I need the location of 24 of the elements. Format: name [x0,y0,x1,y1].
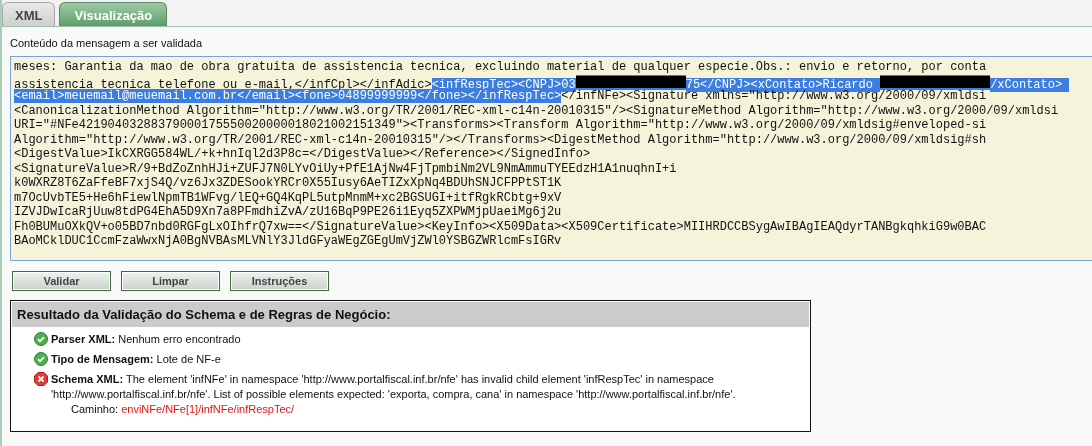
action-button[interactable]: Limpar [121,271,220,291]
xml-text: IZVJDwIcaRjUuw8tdPG4EhA5D9Xn7a8PFmdhiZvA/zU16BqP9PE26i1Eyq5ZXPWMjpUaeiMg6j2u [14,205,562,219]
xml-text: Algorithm="http://www.w3.org/TR/2001/REC-xml-c14n-20010315"/></Transforms><DigestMethod Algorithm="http://www.w3.org/2000/09/xmldsig#sh [14,132,987,147]
field-label: Conteúdo da mensagem a ser validada [10,37,203,49]
result-title: Resultado da Validação do Schema e de Regras de Negócio: [12,302,809,327]
result-message: Tipo de Mensagem: Lote de NF-e [51,352,221,367]
xml-text: </infNFe><Signature xmlns="http://www.w3.org/2000/09/xmldsi [561,89,987,103]
xml-text: m7OcUvbTE5+He6hFiewlNpmTB1WFvg/lEQ+GQ4KqPL5utpMnmM+xc2BGSUGI+itfRgkRCbtg+9xV [14,190,562,205]
result-message: Parser XML: Nenhum erro encontrado [51,332,241,347]
action-button[interactable]: Instruções [230,271,329,291]
xml-text: /xContato> [990,77,1070,92]
xml-text: k0WXRZ8T6ZaFfeBF7xjS4Q/vz6Jx3ZDESookYRCr0X55Iusy6AeTIZxXpNq4BDUhSNJCFPPtST1K [14,176,562,190]
xml-text: <CanonicalizationMethod Algorithm="http://www.w3.org/TR/2001/REC-xml-c14n-20010315"/><SignatureMethod Algorithm="http://www.w3.org/2000/09/xmldsi [14,103,1059,118]
xml-text: URI="#NFe42190403288379000175550020000018021002151349"><Transforms><Transform Algorithm="http://www.w3.org/2000/09/xmldsig#enveloped-si [14,118,987,132]
result-message: Schema XML: The element 'infNFe' in namespace 'http://www.portalfiscal.inf.br/nfe' has invalid child element 'infRespTec' in namespace 'http://www.portalfiscal.inf.br/nfe'. List of possible elements expected: 'exporta, compra, cana' in namespace 'http://www.portalfiscal.inf.br/nfe'. [51,372,737,402]
xml-text: BAoMCklDUC1CcmFzaWwxNjA0BgNVBAsMLVNlY3JldGFyaWEgZGEgUmVjZWl0YSBGZWRlcmFsIGRv [14,234,562,248]
path-line: Caminho: enviNFe/NFe[1]/infNFe/infRespTec/ [70,402,295,417]
xml-text: meses: Garantia da mao de obra gratuita de assistencia tecnica, excluindo material de qualquer especie.Obs.: envio e retorno, por conta [14,60,987,74]
tab[interactable]: XML [2,2,56,26]
xml-text: <email>meuemail@meuemail.com.br</email><fone>04899999999</fone></infRespTec> [14,89,562,103]
xml-text: <SignatureValue>R/9+BdZoZnhHJi+ZUFJ7N0LYvOiUy+PfE1AjNw4FjTpmbiNm2VL9NmAmmuTYEEdzH1A1nuqhnI+i [14,161,677,176]
xml-text: Fh0BUMuOXkQV+o05BD7nbd0RGFgLxOIhfrQ7xw==</SignatureValue><KeyInfo><X509Data><X509Certificate>MIIHRDCCBSygAwIBAgIEAQdyrTANBgkqhkiG9w0BAC [14,219,987,234]
xml-text: <DigestValue>IkCXRGG584WL/+k+hnIql2d3P8c=</DigestValue></Reference></SignedInfo> [14,147,591,161]
action-button[interactable]: Validar [12,271,111,291]
